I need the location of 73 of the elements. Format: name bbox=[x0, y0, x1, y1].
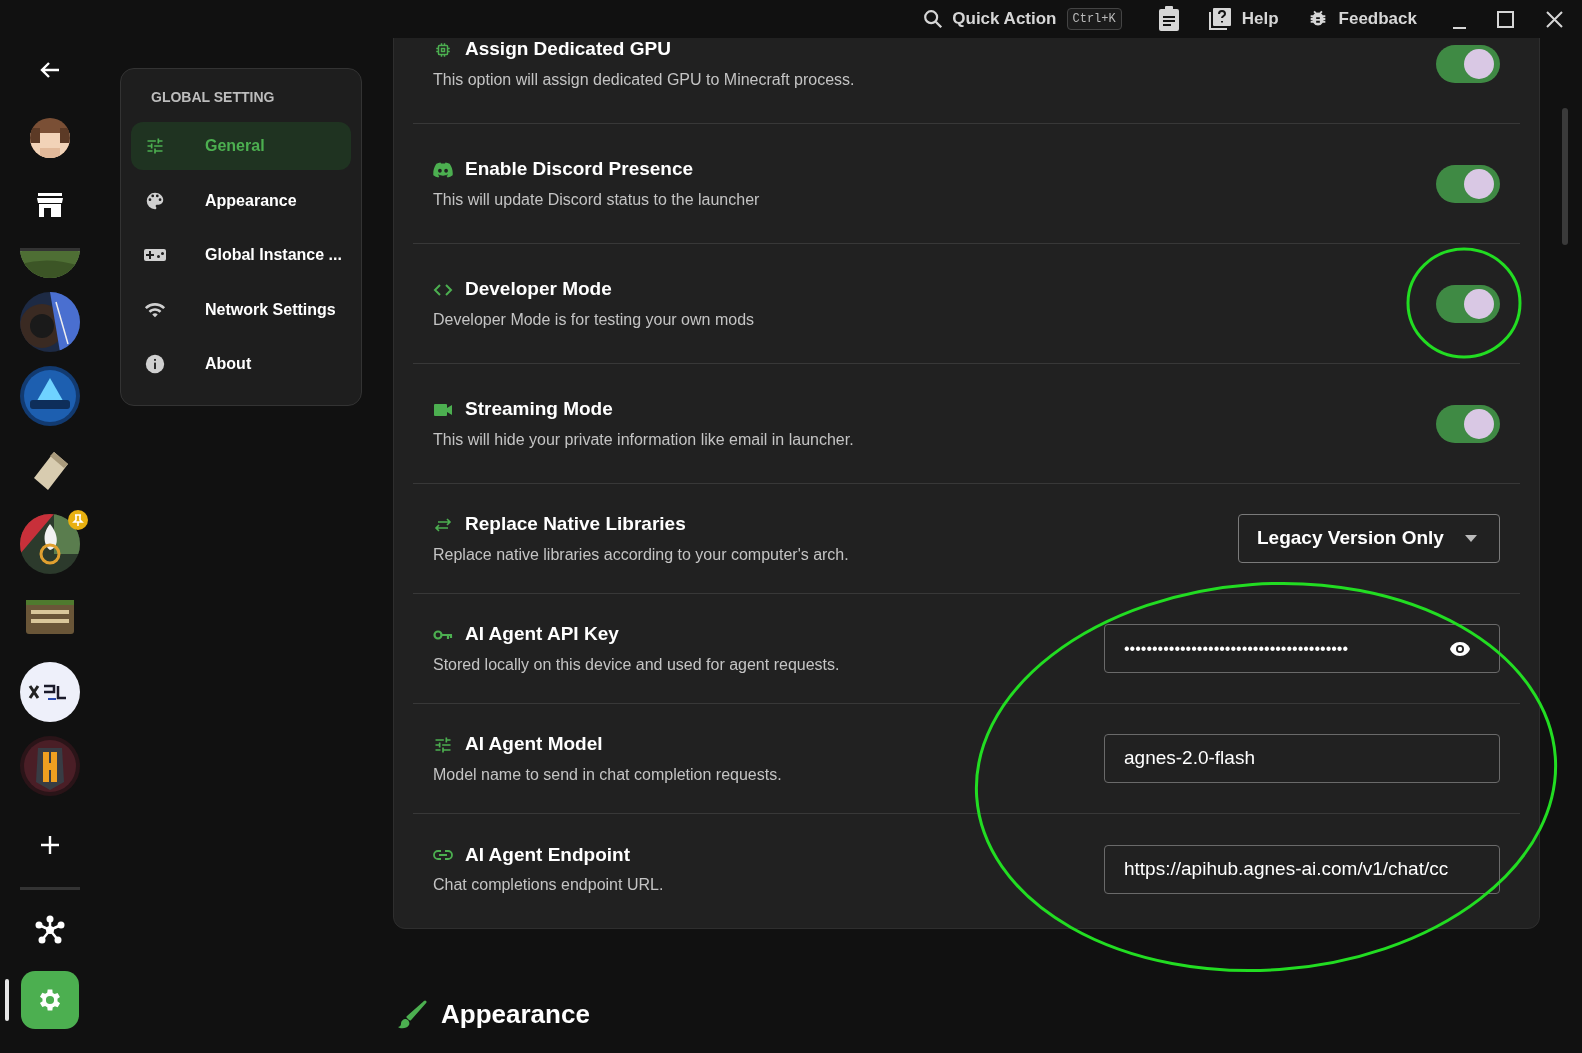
store-button[interactable] bbox=[36, 193, 64, 217]
profile-button[interactable] bbox=[30, 118, 70, 158]
setting-description: Developer Mode is for testing your own mods bbox=[433, 309, 755, 330]
help-icon bbox=[1207, 7, 1232, 31]
setting-description: This will update Discord status to the launcher bbox=[433, 189, 760, 210]
network-button[interactable] bbox=[34, 915, 66, 945]
sliders-icon bbox=[145, 136, 165, 156]
feedback-button[interactable]: Feedback bbox=[1306, 6, 1417, 32]
setting-title: Enable Discord Presence bbox=[465, 157, 694, 182]
toggle-switch[interactable] bbox=[1436, 284, 1500, 323]
quick-action-button[interactable]: Quick Action bbox=[922, 6, 1057, 32]
instance-button[interactable] bbox=[20, 514, 80, 574]
help-button[interactable]: Help bbox=[1207, 6, 1279, 32]
clipboard-button[interactable] bbox=[1157, 6, 1180, 32]
maximize-button[interactable] bbox=[1496, 9, 1515, 29]
caret-down-icon bbox=[1465, 535, 1477, 542]
active-indicator bbox=[5, 979, 9, 1021]
nav-item[interactable]: Appearance bbox=[131, 176, 351, 225]
setting-title: Assign Dedicated GPU bbox=[465, 38, 671, 62]
back-button[interactable] bbox=[40, 61, 60, 79]
close-button[interactable] bbox=[1545, 9, 1564, 29]
clipboard-icon bbox=[1157, 6, 1180, 32]
plus-icon bbox=[40, 835, 60, 855]
dropdown[interactable]: Legacy Version Only bbox=[1238, 514, 1500, 563]
maximize-icon bbox=[1496, 9, 1515, 29]
instance-button[interactable] bbox=[20, 366, 80, 426]
setting-title: AI Agent Endpoint bbox=[465, 842, 630, 867]
network-nodes-icon bbox=[34, 915, 66, 945]
add-instance-button[interactable] bbox=[40, 835, 60, 855]
minimize-icon bbox=[1453, 26, 1466, 29]
nav-item[interactable]: Global Instance ... bbox=[131, 231, 351, 279]
setting-title: Developer Mode bbox=[465, 277, 612, 302]
info-icon bbox=[144, 353, 166, 375]
swap-arrows-icon bbox=[434, 517, 452, 532]
text-field[interactable]: agnes-2.0-flash bbox=[1104, 734, 1500, 783]
setting-title: Replace Native Libraries bbox=[465, 512, 686, 537]
store-icon bbox=[36, 193, 64, 217]
setting-title: AI Agent API Key bbox=[465, 622, 619, 647]
toggle-switch[interactable] bbox=[1436, 44, 1500, 83]
setting-description: This option will assign dedicated GPU to Minecraft process. bbox=[433, 69, 855, 90]
nav-heading: GLOBAL SETTING bbox=[150, 88, 276, 107]
scrollbar-thumb[interactable] bbox=[1562, 108, 1568, 245]
instance-button[interactable] bbox=[20, 292, 80, 352]
toggle-switch[interactable] bbox=[1436, 164, 1500, 203]
code-icon bbox=[433, 282, 453, 297]
password-field[interactable]: •••••••••••••••••••••••••••••••••••••••• bbox=[1104, 624, 1500, 673]
close-icon bbox=[1545, 9, 1564, 29]
eye-icon[interactable] bbox=[1449, 640, 1471, 657]
nav-item[interactable]: About bbox=[131, 340, 351, 388]
brush-icon bbox=[397, 999, 427, 1030]
key-icon bbox=[433, 628, 453, 641]
back-arrow-icon bbox=[40, 61, 60, 79]
settings-button[interactable] bbox=[21, 971, 79, 1029]
chip-icon bbox=[434, 40, 452, 59]
setting-title: Streaming Mode bbox=[465, 397, 613, 422]
setting-description: Stored locally on this device and used for agent requests. bbox=[433, 654, 840, 675]
section-heading: Appearance bbox=[441, 998, 590, 1031]
shortcut-key: Ctrl+K bbox=[1066, 8, 1122, 30]
setting-description: This will hide your private information like email in launcher. bbox=[433, 429, 854, 450]
nav-item[interactable]: Network Settings bbox=[131, 285, 351, 334]
search-icon bbox=[922, 8, 945, 30]
setting-description: Chat completions endpoint URL. bbox=[433, 875, 664, 896]
nav-item[interactable]: General bbox=[131, 122, 351, 170]
setting-description: Replace native libraries according to your computer's arch. bbox=[433, 544, 849, 565]
setting-description: Model name to send in chat completion requests. bbox=[433, 764, 782, 785]
setting-title: AI Agent Model bbox=[465, 732, 603, 757]
video-camera-icon bbox=[434, 402, 452, 417]
toggle-switch[interactable] bbox=[1436, 404, 1500, 443]
link-icon bbox=[433, 849, 453, 861]
text-field[interactable]: https://apihub.agnes-ai.com/v1/chat/cc bbox=[1104, 844, 1500, 894]
discord-icon bbox=[433, 161, 453, 178]
instance-button[interactable] bbox=[20, 662, 80, 722]
pin-badge-icon bbox=[68, 510, 88, 530]
